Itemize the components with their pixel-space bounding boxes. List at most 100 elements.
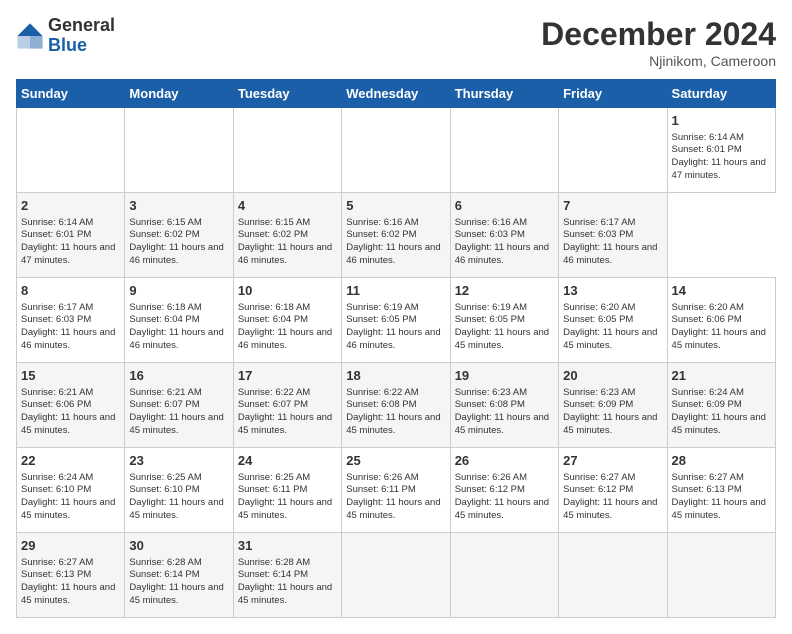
calendar-cell	[342, 108, 450, 193]
daylight-text: Daylight: 11 hours and 47 minutes.	[21, 242, 115, 266]
sunset-text: Sunset: 6:01 PM	[672, 144, 742, 155]
calendar-week-5: 22Sunrise: 6:24 AMSunset: 6:10 PMDayligh…	[17, 448, 776, 533]
daylight-text: Daylight: 11 hours and 46 minutes.	[563, 242, 657, 266]
calendar-cell: 4Sunrise: 6:15 AMSunset: 6:02 PMDaylight…	[233, 193, 341, 278]
sunset-text: Sunset: 6:11 PM	[238, 484, 308, 495]
sunrise-text: Sunrise: 6:25 AM	[238, 472, 310, 483]
calendar-cell: 22Sunrise: 6:24 AMSunset: 6:10 PMDayligh…	[17, 448, 125, 533]
sunset-text: Sunset: 6:10 PM	[21, 484, 91, 495]
day-number: 25	[346, 452, 445, 470]
sunset-text: Sunset: 6:10 PM	[129, 484, 199, 495]
sunrise-text: Sunrise: 6:20 AM	[672, 302, 744, 313]
logo-icon	[16, 22, 44, 50]
sunrise-text: Sunrise: 6:23 AM	[455, 387, 527, 398]
sunrise-text: Sunrise: 6:15 AM	[129, 217, 201, 228]
calendar-cell: 8Sunrise: 6:17 AMSunset: 6:03 PMDaylight…	[17, 278, 125, 363]
daylight-text: Daylight: 11 hours and 45 minutes.	[238, 497, 332, 521]
calendar-cell	[125, 108, 233, 193]
sunrise-text: Sunrise: 6:23 AM	[563, 387, 635, 398]
daylight-text: Daylight: 11 hours and 46 minutes.	[238, 327, 332, 351]
calendar-cell: 23 Sunrise: 6:25 AMSunset: 6:10 PM Dayligh…	[125, 448, 233, 533]
daylight-text: Daylight: 11 hours and 45 minutes.	[238, 412, 332, 436]
day-number: 31	[238, 537, 337, 555]
col-wednesday: Wednesday	[342, 80, 450, 108]
day-number: 19	[455, 367, 554, 385]
col-friday: Friday	[559, 80, 667, 108]
sunrise-text: Sunrise: 6:17 AM	[21, 302, 93, 313]
page-header: General Blue December 2024 Njinikom, Cam…	[16, 16, 776, 69]
day-number: 22	[21, 452, 120, 470]
calendar-cell: 1Sunrise: 6:14 AMSunset: 6:01 PMDaylight…	[667, 108, 775, 193]
calendar-cell: 9Sunrise: 6:18 AMSunset: 6:04 PMDaylight…	[125, 278, 233, 363]
sunrise-text: Sunrise: 6:27 AM	[672, 472, 744, 483]
daylight-text: Daylight: 11 hours and 45 minutes.	[238, 582, 332, 606]
logo-general: General	[48, 16, 115, 36]
col-sunday: Sunday	[17, 80, 125, 108]
day-number: 6	[455, 197, 554, 215]
calendar-week-6: 29Sunrise: 6:27 AMSunset: 6:13 PMDayligh…	[17, 533, 776, 618]
sunrise-text: Sunrise: 6:15 AM	[238, 217, 310, 228]
calendar-cell: 13Sunrise: 6:20 AMSunset: 6:05 PMDayligh…	[559, 278, 667, 363]
sunset-text: Sunset: 6:13 PM	[672, 484, 742, 495]
sunset-text: Sunset: 6:07 PM	[129, 399, 199, 410]
daylight-text: Daylight: 11 hours and 45 minutes.	[672, 412, 766, 436]
sunrise-text: Sunrise: 6:18 AM	[129, 302, 201, 313]
calendar-week-2: 2Sunrise: 6:14 AMSunset: 6:01 PMDaylight…	[17, 193, 776, 278]
day-number: 2	[21, 197, 120, 215]
sunrise-text: Sunrise: 6:28 AM	[238, 557, 310, 568]
day-number: 12	[455, 282, 554, 300]
sunset-text: Sunset: 6:06 PM	[21, 399, 91, 410]
calendar-cell: 12Sunrise: 6:19 AMSunset: 6:05 PMDayligh…	[450, 278, 558, 363]
calendar-body: 1Sunrise: 6:14 AMSunset: 6:01 PMDaylight…	[17, 108, 776, 618]
day-number: 4	[238, 197, 337, 215]
calendar-cell: 3Sunrise: 6:15 AMSunset: 6:02 PMDaylight…	[125, 193, 233, 278]
day-number: 21	[672, 367, 771, 385]
sunrise-text: Sunrise: 6:25 AM	[129, 472, 201, 483]
sunrise-text: Sunrise: 6:16 AM	[455, 217, 527, 228]
sunrise-text: Sunrise: 6:22 AM	[238, 387, 310, 398]
calendar-cell	[559, 533, 667, 618]
day-number: 23	[129, 452, 228, 470]
calendar-cell	[233, 108, 341, 193]
calendar-cell	[667, 533, 775, 618]
day-number: 20	[563, 367, 662, 385]
sunset-text: Sunset: 6:12 PM	[455, 484, 525, 495]
sunset-text: Sunset: 6:13 PM	[21, 569, 91, 580]
sunset-text: Sunset: 6:06 PM	[672, 314, 742, 325]
calendar-cell: 31Sunrise: 6:28 AMSunset: 6:14 PMDayligh…	[233, 533, 341, 618]
day-number: 15	[21, 367, 120, 385]
sunrise-text: Sunrise: 6:14 AM	[672, 132, 744, 143]
calendar-cell: 24Sunrise: 6:25 AMSunset: 6:11 PMDayligh…	[233, 448, 341, 533]
sunset-text: Sunset: 6:04 PM	[129, 314, 199, 325]
sunset-text: Sunset: 6:08 PM	[455, 399, 525, 410]
sunrise-text: Sunrise: 6:26 AM	[455, 472, 527, 483]
daylight-text: Daylight: 11 hours and 45 minutes.	[672, 497, 766, 521]
calendar-cell: 18Sunrise: 6:22 AMSunset: 6:08 PMDayligh…	[342, 363, 450, 448]
daylight-text: Daylight: 11 hours and 46 minutes.	[129, 327, 223, 351]
daylight-text: Daylight: 11 hours and 45 minutes.	[563, 327, 657, 351]
daylight-text: Daylight: 11 hours and 45 minutes.	[346, 412, 440, 436]
day-number: 13	[563, 282, 662, 300]
title-area: December 2024 Njinikom, Cameroon	[541, 16, 776, 69]
sunset-text: Sunset: 6:02 PM	[238, 229, 308, 240]
sunrise-text: Sunrise: 6:27 AM	[21, 557, 93, 568]
daylight-text: Daylight: 11 hours and 45 minutes.	[21, 497, 115, 521]
sunset-text: Sunset: 6:01 PM	[21, 229, 91, 240]
calendar-cell: 21Sunrise: 6:24 AMSunset: 6:09 PMDayligh…	[667, 363, 775, 448]
header-row: Sunday Monday Tuesday Wednesday Thursday…	[17, 80, 776, 108]
daylight-text: Daylight: 11 hours and 45 minutes.	[346, 497, 440, 521]
calendar-cell: 17Sunrise: 6:22 AMSunset: 6:07 PMDayligh…	[233, 363, 341, 448]
sunset-text: Sunset: 6:05 PM	[563, 314, 633, 325]
daylight-text: Daylight: 11 hours and 45 minutes.	[129, 497, 223, 521]
calendar-cell: 29Sunrise: 6:27 AMSunset: 6:13 PMDayligh…	[17, 533, 125, 618]
calendar-cell: 6Sunrise: 6:16 AMSunset: 6:03 PMDaylight…	[450, 193, 558, 278]
calendar-cell: 27Sunrise: 6:27 AMSunset: 6:12 PMDayligh…	[559, 448, 667, 533]
sunrise-text: Sunrise: 6:21 AM	[129, 387, 201, 398]
sunset-text: Sunset: 6:11 PM	[346, 484, 416, 495]
logo-blue: Blue	[48, 36, 115, 56]
daylight-text: Daylight: 11 hours and 45 minutes.	[455, 497, 549, 521]
sunrise-text: Sunrise: 6:28 AM	[129, 557, 201, 568]
calendar-cell: 15Sunrise: 6:21 AMSunset: 6:06 PMDayligh…	[17, 363, 125, 448]
day-number: 26	[455, 452, 554, 470]
daylight-text: Daylight: 11 hours and 45 minutes.	[455, 327, 549, 351]
